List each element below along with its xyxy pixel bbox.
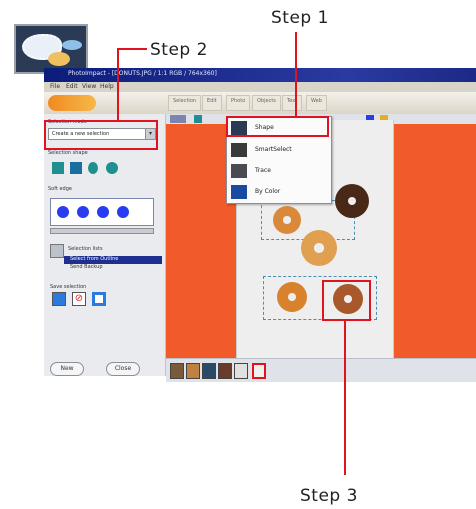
menu-help[interactable]: Help: [100, 83, 114, 90]
save-selection-label: Save selection: [50, 284, 87, 290]
ribbon-tab-selection[interactable]: Selection: [168, 95, 202, 111]
smartselect-icon: [231, 143, 247, 157]
ribbon-tab-web[interactable]: Web: [306, 95, 327, 111]
step-1-line: [295, 32, 297, 116]
step-1-highlight: [226, 116, 329, 137]
menu-bar: File Edit View Help: [44, 82, 476, 92]
step-1-label: Step 1: [271, 8, 329, 28]
shape-circle-button[interactable]: [106, 162, 118, 174]
menu-item-by-color[interactable]: By Color: [229, 183, 329, 203]
brush-preset-4[interactable]: [117, 206, 129, 218]
mode-icon[interactable]: [170, 115, 186, 123]
shape-label: Selection shape: [48, 150, 88, 156]
step-3-label: Step 3: [300, 486, 358, 506]
filmstrip-thumb-active[interactable]: [252, 363, 266, 379]
new-button[interactable]: New: [50, 362, 84, 376]
ribbon-tab-text[interactable]: Text: [282, 95, 303, 111]
donut-bottom-left: [277, 282, 307, 312]
brush-preset-2[interactable]: [77, 206, 89, 218]
menu-edit[interactable]: Edit: [66, 83, 78, 90]
ribbon-tab-photo[interactable]: Photo: [226, 95, 251, 111]
ribbon: Selection Edit Photo Objects Text Web: [44, 92, 476, 114]
list-item[interactable]: Send Backup: [64, 264, 162, 272]
brush-preset-3[interactable]: [97, 206, 109, 218]
shape-square-button[interactable]: [70, 162, 82, 174]
menu-item-smartselect[interactable]: SmartSelect: [229, 141, 329, 161]
filmstrip-thumb[interactable]: [234, 363, 248, 379]
brush-preset-1[interactable]: [57, 206, 69, 218]
by-color-icon: [231, 185, 247, 199]
menu-item-smartselect-label: SmartSelect: [255, 146, 292, 153]
frame-selection-icon[interactable]: [92, 292, 106, 306]
shape-ellipse-button[interactable]: [88, 162, 98, 174]
step-2-line-v: [117, 48, 119, 120]
step-2-highlight: [44, 120, 158, 150]
window-title-bar: PhotoImpact - [DONUTS.JPG / 1:1 RGB / 76…: [44, 68, 476, 82]
list-item-selected[interactable]: Select from Outline: [64, 256, 162, 264]
donut-chocolate: [335, 184, 369, 218]
ribbon-logo: [48, 95, 96, 111]
donut-top-left: [273, 206, 301, 234]
menu-view[interactable]: View: [82, 83, 96, 90]
step-2-label: Step 2: [150, 40, 208, 60]
filmstrip: [166, 358, 476, 382]
filmstrip-thumb[interactable]: [218, 363, 232, 379]
menu-item-by-color-label: By Color: [255, 188, 281, 195]
step-3-line: [344, 321, 346, 475]
selection-lists-label: Selection lists: [68, 246, 103, 252]
soft-edge-label: Soft edge: [48, 186, 72, 192]
ribbon-tab-edit[interactable]: Edit: [202, 95, 222, 111]
window-title: PhotoImpact - [DONUTS.JPG / 1:1 RGB / 76…: [68, 70, 217, 77]
list-icon: [50, 244, 64, 258]
ribbon-tab-objects[interactable]: Objects: [252, 95, 281, 111]
soft-edge-slider[interactable]: [50, 228, 154, 234]
brush-preset-box: [50, 198, 154, 226]
donut-center: [301, 230, 337, 266]
app-logo-icon: [14, 24, 88, 74]
delete-selection-icon[interactable]: ⊘: [72, 292, 86, 306]
step-3-highlight: [322, 280, 371, 321]
filmstrip-thumb[interactable]: [186, 363, 200, 379]
shape-rectangle-button[interactable]: [52, 162, 64, 174]
menu-file[interactable]: File: [50, 83, 60, 90]
close-button[interactable]: Close: [106, 362, 140, 376]
filmstrip-thumb[interactable]: [170, 363, 184, 379]
step-2-line-h: [117, 48, 147, 50]
shape-tool-icon[interactable]: [194, 115, 202, 123]
filmstrip-thumb[interactable]: [202, 363, 216, 379]
menu-item-trace[interactable]: Trace: [229, 162, 329, 182]
save-selection-button[interactable]: [52, 292, 66, 306]
selection-panel: Selection mode Create a new selection ▾ …: [44, 114, 166, 376]
menu-item-trace-label: Trace: [255, 167, 271, 174]
trace-icon: [231, 164, 247, 178]
